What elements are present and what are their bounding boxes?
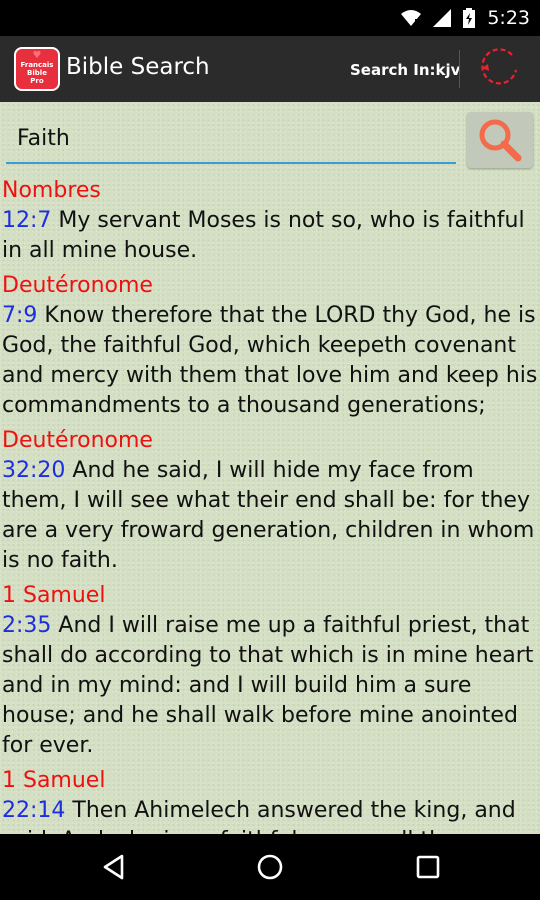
result-text: And I will raise me up a faithful priest… (2, 613, 534, 758)
app-bar: ♥ Francais Bible Pro Bible Search Search… (0, 36, 540, 102)
result-ref: 2:35 (2, 613, 52, 638)
result-text: My servant Moses is not so, who is faith… (2, 208, 525, 263)
recents-button[interactable] (398, 846, 458, 888)
logo-text-line-3: Pro (30, 77, 44, 85)
result-verse: 7:9 Know therefore that the LORD thy God… (0, 301, 540, 421)
refresh-icon[interactable] (476, 46, 522, 92)
navigation-bar (0, 834, 540, 900)
main-content: Nombres 12:7 My servant Moses is not so,… (0, 102, 540, 834)
battery-icon (463, 8, 476, 28)
result-item[interactable]: 1 Samuel 22:14 Then Ahimelech answered t… (0, 766, 540, 834)
appbar-divider (459, 50, 460, 88)
logo-text-line-1: Francais (20, 61, 54, 69)
result-book: 1 Samuel (2, 768, 106, 793)
search-row (0, 102, 540, 174)
status-time: 5:23 (487, 7, 530, 29)
home-button[interactable] (240, 846, 300, 888)
result-text: Then Ahimelech answered the king, and sa… (2, 798, 516, 834)
search-underline (6, 162, 456, 164)
result-ref: 32:20 (2, 458, 66, 483)
result-book: Deutéronome (2, 428, 153, 453)
result-verse: 32:20 And he said, I will hide my face f… (0, 456, 540, 576)
app-title: Bible Search (66, 54, 210, 80)
result-book: 1 Samuel (2, 583, 106, 608)
status-icons: 5:23 (401, 0, 530, 36)
result-text: Know therefore that the LORD thy God, he… (2, 303, 538, 418)
result-item[interactable]: Deutéronome 7:9 Know therefore that the … (0, 271, 540, 421)
back-button[interactable] (84, 846, 144, 888)
search-icon (479, 119, 522, 162)
result-item[interactable]: Nombres 12:7 My servant Moses is not so,… (0, 176, 540, 266)
result-verse: 2:35 And I will raise me up a faithful p… (0, 611, 540, 761)
app-logo[interactable]: ♥ Francais Bible Pro (14, 47, 60, 91)
search-input[interactable] (6, 116, 454, 160)
result-book: Deutéronome (2, 273, 153, 298)
search-button[interactable] (467, 112, 533, 168)
result-ref: 12:7 (2, 208, 52, 233)
recents-icon (416, 855, 440, 879)
result-ref: 7:9 (2, 303, 38, 328)
home-icon (257, 854, 283, 880)
status-bar: 5:23 (0, 0, 540, 36)
heart-icon: ♥ (32, 50, 42, 61)
result-verse: 12:7 My servant Moses is not so, who is … (0, 206, 540, 266)
result-text: And he said, I will hide my face from th… (2, 458, 535, 573)
wifi-icon (401, 10, 422, 26)
back-icon (103, 854, 124, 880)
signal-icon (433, 9, 452, 27)
logo-text-line-2: Bible (27, 69, 47, 77)
search-in-version[interactable]: Search In:kjv (350, 61, 460, 79)
result-book: Nombres (2, 178, 101, 203)
result-item[interactable]: 1 Samuel 2:35 And I will raise me up a f… (0, 581, 540, 761)
result-item[interactable]: Deutéronome 32:20 And he said, I will hi… (0, 426, 540, 576)
result-ref: 22:14 (2, 798, 66, 823)
result-verse: 22:14 Then Ahimelech answered the king, … (0, 796, 540, 834)
results-list: Nombres 12:7 My servant Moses is not so,… (0, 176, 540, 834)
